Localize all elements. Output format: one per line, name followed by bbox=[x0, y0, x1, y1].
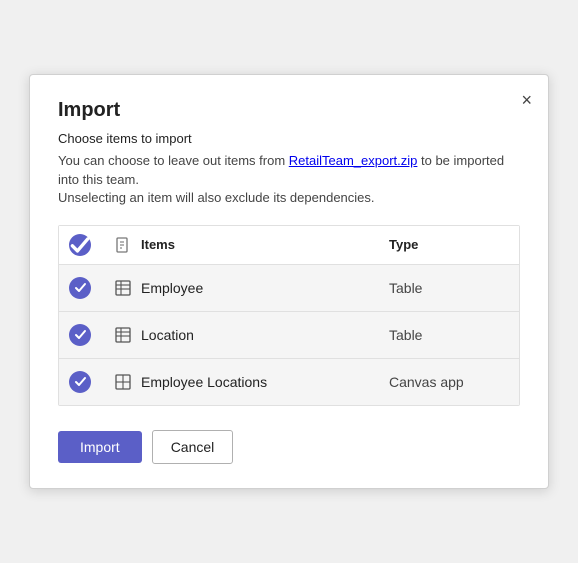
header-check-icon[interactable] bbox=[69, 234, 91, 256]
column-header-type: Type bbox=[389, 237, 509, 252]
row-name-2: Location bbox=[141, 327, 389, 343]
table-row: Location Table bbox=[59, 312, 519, 359]
row-type-2: Table bbox=[389, 327, 509, 343]
import-dialog: × Import Choose items to import You can … bbox=[29, 74, 549, 489]
items-table: Items Type Employee Tab bbox=[58, 225, 520, 406]
row-check-cell-3[interactable] bbox=[69, 371, 105, 393]
row-check-icon-1[interactable] bbox=[69, 277, 91, 299]
cancel-button[interactable]: Cancel bbox=[152, 430, 234, 464]
description-text-1: You can choose to leave out items from bbox=[58, 153, 289, 168]
row-check-cell-2[interactable] bbox=[69, 324, 105, 346]
description-note: Unselecting an item will also exclude it… bbox=[58, 190, 375, 205]
header-check-cell bbox=[69, 234, 105, 256]
row-check-icon-2[interactable] bbox=[69, 324, 91, 346]
dialog-footer: Import Cancel bbox=[58, 430, 520, 464]
column-header-items: Items bbox=[141, 237, 389, 252]
close-button[interactable]: × bbox=[521, 91, 532, 109]
dialog-subtitle: Choose items to import bbox=[58, 130, 520, 148]
row-type-3: Canvas app bbox=[389, 374, 509, 390]
header-icon-cell bbox=[105, 236, 141, 254]
table-row: Employee Table bbox=[59, 265, 519, 312]
dialog-title: Import bbox=[58, 99, 520, 122]
dialog-description: You can choose to leave out items from R… bbox=[58, 152, 520, 207]
row-check-cell-1[interactable] bbox=[69, 277, 105, 299]
row-name-1: Employee bbox=[141, 280, 389, 296]
row-icon-1 bbox=[105, 279, 141, 297]
import-button[interactable]: Import bbox=[58, 431, 142, 463]
table-row: Employee Locations Canvas app bbox=[59, 359, 519, 405]
row-icon-3 bbox=[105, 373, 141, 391]
table-header: Items Type bbox=[59, 226, 519, 265]
export-zip-link[interactable]: RetailTeam_export.zip bbox=[289, 153, 418, 168]
row-icon-2 bbox=[105, 326, 141, 344]
row-check-icon-3[interactable] bbox=[69, 371, 91, 393]
row-name-3: Employee Locations bbox=[141, 374, 389, 390]
row-type-1: Table bbox=[389, 280, 509, 296]
